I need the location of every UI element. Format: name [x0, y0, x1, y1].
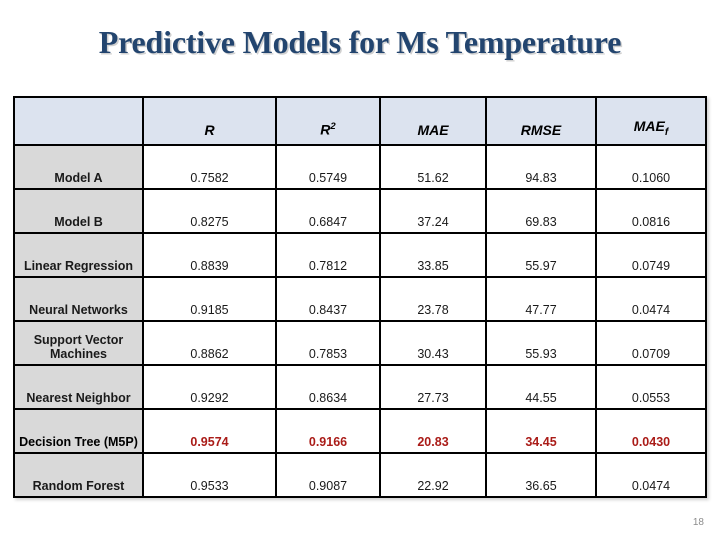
- page-title: Predictive Models for Ms Temperature: [98, 24, 622, 60]
- cell-mae: 22.92: [379, 452, 487, 498]
- cell-r: 0.8275: [142, 188, 277, 234]
- table-row: Decision Tree (M5P) 0.9574 0.9166 20.83 34.4…: [13, 408, 707, 454]
- row-label-cell: Linear Regression: [13, 232, 144, 278]
- cell-rmse: 55.93: [485, 320, 597, 366]
- cell-rmse: 34.45: [485, 408, 597, 454]
- cell-rmse: 55.97: [485, 232, 597, 278]
- row-label-cell: Decision Tree (M5P): [13, 408, 144, 454]
- header-sup-r2: 2: [330, 121, 336, 133]
- cell-rmse: 69.83: [485, 188, 597, 234]
- metrics-table: R R2 MAE RMSE MAEf Model A 0.7582 0.5749 51…: [13, 96, 707, 498]
- table-row: Model B 0.8275 0.6847 37.24 69.83 0.0816: [13, 188, 707, 234]
- header-cell-maef: MAEf: [595, 96, 707, 146]
- cell-r: 0.9292: [142, 364, 277, 410]
- cell-mae: 20.83: [379, 408, 487, 454]
- cell-r2: 0.7812: [275, 232, 381, 278]
- cell-r2: 0.9166: [275, 408, 381, 454]
- cell-mae: 27.73: [379, 364, 487, 410]
- cell-r2: 0.7853: [275, 320, 381, 366]
- header-sub-maef: f: [664, 127, 669, 138]
- table-row: Model A 0.7582 0.5749 51.62 94.83 0.1060: [13, 144, 707, 190]
- cell-r2: 0.5749: [275, 144, 381, 190]
- row-label-cell: Neural Networks: [13, 276, 144, 322]
- cell-r: 0.9533: [142, 452, 277, 498]
- header-cell-r2: R2: [275, 96, 381, 146]
- header-label-maef: MAE: [633, 118, 665, 135]
- header-cell-mae: MAE: [379, 96, 487, 146]
- header-cell-r: R: [142, 96, 277, 146]
- cell-rmse: 94.83: [485, 144, 597, 190]
- cell-r: 0.8862: [142, 320, 277, 366]
- cell-mae: 33.85: [379, 232, 487, 278]
- cell-mae: 23.78: [379, 276, 487, 322]
- cell-mae: 51.62: [379, 144, 487, 190]
- cell-maef: 0.0709: [595, 320, 707, 366]
- header-label-mae: MAE: [417, 122, 449, 138]
- table-header: R R2 MAE RMSE MAEf: [13, 96, 707, 146]
- row-label-cell: Model B: [13, 188, 144, 234]
- header-label-rmse: RMSE: [520, 122, 562, 138]
- table-row: Linear Regression 0.8839 0.7812 33.85 55.97 0…: [13, 232, 707, 278]
- cell-r: 0.9185: [142, 276, 277, 322]
- cell-maef: 0.0816: [595, 188, 707, 234]
- cell-mae: 30.43: [379, 320, 487, 366]
- table-row: Nearest Neighbor 0.9292 0.8634 27.73 44.55 0.…: [13, 364, 707, 410]
- row-label-cell: Random Forest: [13, 452, 144, 498]
- cell-rmse: 36.65: [485, 452, 597, 498]
- row-label-cell: Model A: [13, 144, 144, 190]
- cell-mae: 37.24: [379, 188, 487, 234]
- cell-maef: 0.0474: [595, 276, 707, 322]
- cell-r: 0.7582: [142, 144, 277, 190]
- table-row: Random Forest 0.9533 0.9087 22.92 36.65 0.047…: [13, 452, 707, 498]
- cell-maef: 0.0553: [595, 364, 707, 410]
- cell-rmse: 44.55: [485, 364, 597, 410]
- cell-maef: 0.0749: [595, 232, 707, 278]
- page-number: 18: [692, 517, 704, 528]
- row-label-cell: Nearest Neighbor: [13, 364, 144, 410]
- cell-r2: 0.9087: [275, 452, 381, 498]
- header-label-r2: R: [320, 122, 331, 138]
- table-row: Support Vector Machines 0.8862 0.7853 30.43…: [13, 320, 707, 366]
- cell-r: 0.9574: [142, 408, 277, 454]
- metrics-table-container: R R2 MAE RMSE MAEf Model A 0.7582 0.5749 51…: [13, 96, 707, 498]
- header-cell-corner: [13, 96, 144, 146]
- row-label-cell: Support Vector Machines: [13, 320, 144, 366]
- cell-r: 0.8839: [142, 232, 277, 278]
- header-row: R R2 MAE RMSE MAEf: [13, 96, 707, 146]
- cell-maef: 0.1060: [595, 144, 707, 190]
- cell-maef: 0.0474: [595, 452, 707, 498]
- header-label-r: R: [204, 122, 215, 138]
- table-body: Model A 0.7582 0.5749 51.62 94.83 0.1060 Model…: [13, 144, 707, 498]
- cell-r2: 0.8634: [275, 364, 381, 410]
- cell-r2: 0.6847: [275, 188, 381, 234]
- cell-rmse: 47.77: [485, 276, 597, 322]
- cell-r2: 0.8437: [275, 276, 381, 322]
- cell-maef: 0.0430: [595, 408, 707, 454]
- table-row: Neural Networks 0.9185 0.8437 23.78 47.77 0.0…: [13, 276, 707, 322]
- header-cell-rmse: RMSE: [485, 96, 597, 146]
